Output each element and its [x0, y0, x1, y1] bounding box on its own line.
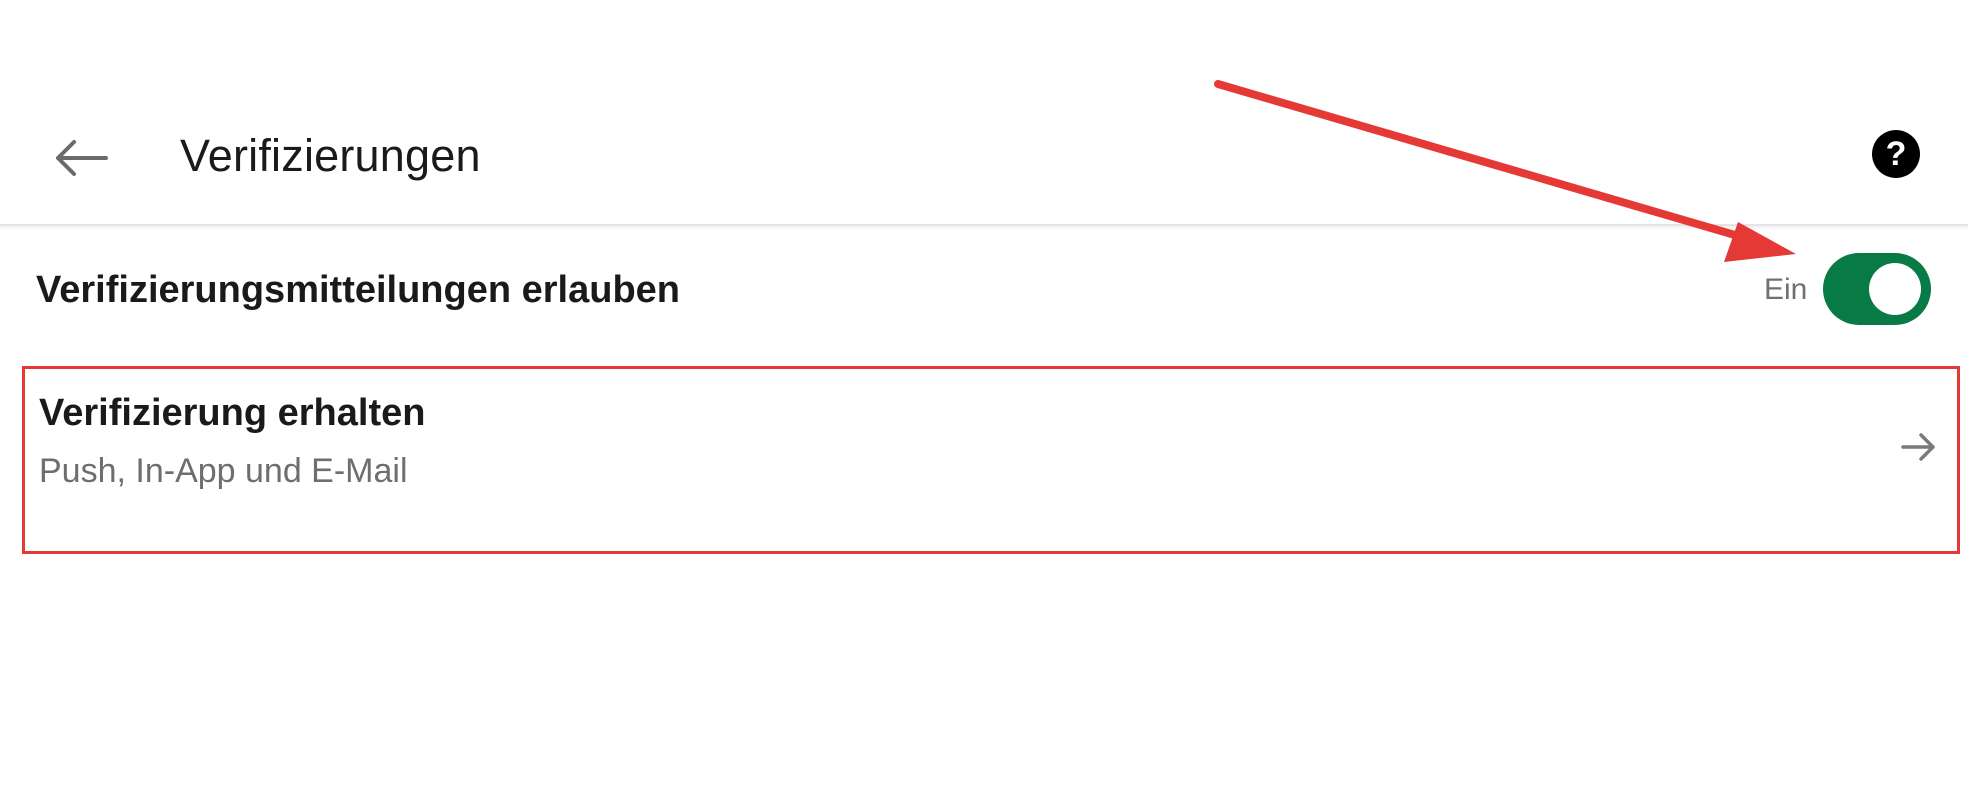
receive-verification-item[interactable]: Verifizierung erhalten Push, In-App und … — [22, 366, 1960, 554]
arrow-right-icon — [1901, 433, 1935, 461]
page-title: Verifizierungen — [180, 130, 481, 181]
app-bar: Verifizierungen ? — [0, 0, 1968, 226]
help-button[interactable]: ? — [1872, 130, 1920, 178]
toggle-state-label: Ein — [1764, 273, 1808, 306]
verifications-page: Verifizierungen ? Verifizierungsmitteilu… — [0, 0, 1968, 786]
nav-item-title: Verifizierung erhalten — [39, 392, 426, 434]
toggle-knob — [1869, 263, 1921, 315]
setting-label: Verifizierungsmitteilungen erlauben — [36, 269, 681, 311]
nav-item-subtitle: Push, In-App und E-Mail — [39, 452, 408, 490]
verification-notifications-toggle[interactable] — [1823, 253, 1931, 325]
help-circle-icon: ? — [1885, 134, 1907, 173]
back-button[interactable] — [44, 122, 116, 194]
allow-verification-notifications-row: Verifizierungsmitteilungen erlauben Ein — [0, 228, 1968, 352]
arrow-left-icon — [56, 140, 108, 176]
